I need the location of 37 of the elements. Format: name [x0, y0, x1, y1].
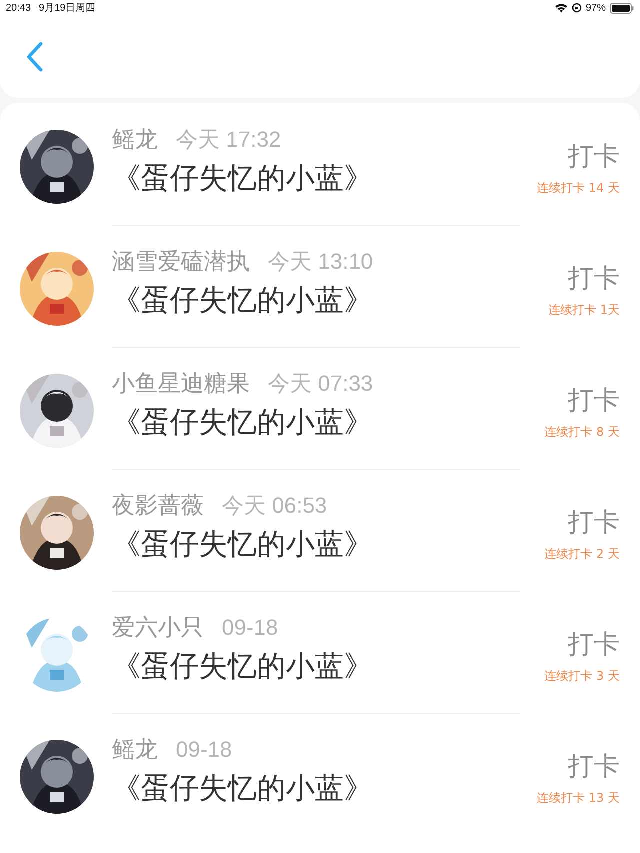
book-title: 《蛋仔失忆的小蓝》	[112, 526, 374, 562]
post-time: 今天 13:10	[268, 248, 374, 276]
user-name: 鳐龙	[112, 126, 158, 154]
streak-text: 连续打卡 3 天	[544, 668, 620, 685]
post-time: 今天 07:33	[268, 370, 374, 398]
post-time: 今天 06:53	[222, 492, 328, 520]
streak-text: 连续打卡 14 天	[537, 180, 620, 197]
user-name: 小鱼星迪糖果	[112, 370, 250, 398]
status-date: 9月19日周四	[39, 2, 96, 15]
post-time: 09-18	[176, 736, 232, 762]
book-title: 《蛋仔失忆的小蓝》	[112, 404, 374, 440]
battery-percent: 97%	[586, 2, 606, 14]
checkin-label: 打卡	[568, 751, 620, 784]
checkin-label: 打卡	[568, 385, 620, 418]
checkin-label: 打卡	[568, 507, 620, 540]
post-time: 今天 17:32	[176, 126, 282, 154]
book-title: 《蛋仔失忆的小蓝》	[112, 648, 374, 684]
checkin-label: 打卡	[568, 629, 620, 662]
checkin-label: 打卡	[568, 141, 620, 174]
status-time: 20:43	[6, 2, 32, 14]
book-title: 《蛋仔失忆的小蓝》	[112, 770, 374, 806]
streak-text: 连续打卡 13 天	[537, 790, 620, 807]
user-name: 涵雪爱磕潜执	[112, 248, 250, 276]
streak-text: 连续打卡 2 天	[544, 546, 620, 563]
wifi-icon	[554, 3, 568, 13]
book-title: 《蛋仔失忆的小蓝》	[112, 282, 374, 318]
user-name: 夜影蔷薇	[112, 492, 204, 520]
rotation-lock-icon	[572, 3, 582, 13]
user-name: 爱六小只	[112, 614, 204, 642]
back-icon	[26, 42, 44, 72]
user-name: 鳐龙	[112, 736, 158, 764]
streak-text: 连续打卡 1天	[548, 302, 620, 319]
checkin-label: 打卡	[568, 263, 620, 296]
streak-text: 连续打卡 8 天	[544, 424, 620, 441]
post-time: 09-18	[222, 614, 278, 640]
battery-icon	[610, 2, 634, 14]
book-title: 《蛋仔失忆的小蓝》	[112, 160, 374, 196]
